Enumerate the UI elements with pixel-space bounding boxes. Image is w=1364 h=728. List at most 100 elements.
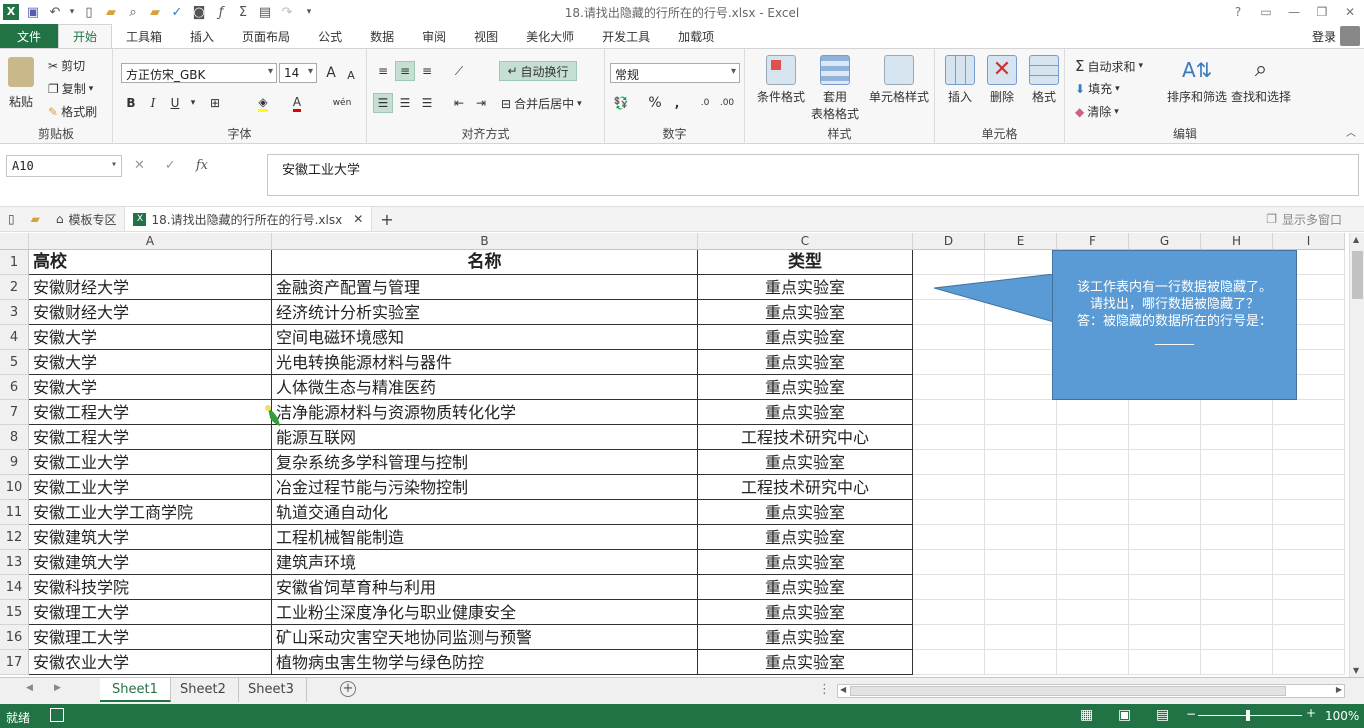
empty-cell[interactable] xyxy=(1129,425,1201,450)
empty-cell[interactable] xyxy=(1273,600,1345,625)
row-header[interactable]: 2 xyxy=(0,275,29,300)
cell-c-11[interactable]: 重点实验室 xyxy=(698,500,913,525)
cell-a-16[interactable]: 安徽理工大学 xyxy=(29,625,272,650)
cell-a-2[interactable]: 安徽财经大学 xyxy=(29,275,272,300)
tab-insert[interactable]: 插入 xyxy=(176,24,228,48)
empty-cell[interactable] xyxy=(1129,575,1201,600)
tab-page-layout[interactable]: 页面布局 xyxy=(228,24,304,48)
empty-cell[interactable] xyxy=(1057,550,1129,575)
tab-addins[interactable]: 加载项 xyxy=(664,24,728,48)
restore-button[interactable]: ❐ xyxy=(1308,0,1336,24)
column-header-c[interactable]: C xyxy=(698,233,913,250)
row-header[interactable]: 13 xyxy=(0,550,29,575)
font-color-button[interactable]: A xyxy=(287,93,307,113)
align-top-button[interactable]: ≡ xyxy=(373,61,393,81)
column-header-e[interactable]: E xyxy=(985,233,1057,250)
empty-cell[interactable] xyxy=(1129,600,1201,625)
tab-split-handle[interactable]: ⋮ xyxy=(818,682,831,697)
shrink-font-button[interactable]: A xyxy=(341,65,361,85)
underline-button[interactable]: U xyxy=(165,93,185,113)
cell-a-13[interactable]: 安徽建筑大学 xyxy=(29,550,272,575)
empty-cell[interactable] xyxy=(1273,525,1345,550)
insert-function-icon[interactable]: fx xyxy=(196,158,208,173)
formula-input[interactable]: 安徽工业大学 xyxy=(267,154,1359,196)
sheet-tab-2[interactable]: Sheet2 xyxy=(168,678,239,702)
empty-cell[interactable] xyxy=(913,550,985,575)
empty-cell[interactable] xyxy=(1129,500,1201,525)
tab-toolbox[interactable]: 工具箱 xyxy=(112,24,176,48)
empty-cell[interactable] xyxy=(1201,500,1273,525)
cell-c-8[interactable]: 工程技术研究中心 xyxy=(698,425,913,450)
cell-b-2[interactable]: 金融资产配置与管理 xyxy=(272,275,698,300)
insert-cells-button[interactable]: 插入 xyxy=(943,55,977,105)
cell-a-9[interactable]: 安徽工业大学 xyxy=(29,450,272,475)
undo-icon[interactable]: ↶ xyxy=(44,1,66,23)
empty-cell[interactable] xyxy=(985,400,1057,425)
macro-record-icon[interactable] xyxy=(50,708,64,722)
empty-cell[interactable] xyxy=(985,600,1057,625)
sort-filter-button[interactable]: A⇅ 排序和筛选 xyxy=(1165,55,1229,105)
redo-icon[interactable]: ↷ xyxy=(276,1,298,23)
empty-cell[interactable] xyxy=(1057,625,1129,650)
empty-cell[interactable] xyxy=(1273,650,1345,675)
column-header-f[interactable]: F xyxy=(1057,233,1129,250)
empty-cell[interactable] xyxy=(913,325,985,350)
align-right-button[interactable]: ☰ xyxy=(417,93,437,113)
empty-cell[interactable] xyxy=(1273,450,1345,475)
empty-cell[interactable] xyxy=(1201,525,1273,550)
select-all-corner[interactable] xyxy=(0,233,29,250)
function-icon[interactable]: ƒ xyxy=(210,1,232,23)
conditional-format-button[interactable]: 条件格式 xyxy=(751,55,811,105)
comma-button[interactable]: , xyxy=(667,93,687,113)
empty-cell[interactable] xyxy=(1129,550,1201,575)
row-header[interactable]: 5 xyxy=(0,350,29,375)
empty-cell[interactable] xyxy=(985,375,1057,400)
callout-shape[interactable]: 该工作表内有一行数据被隐藏了。 请找出，哪行数据被隐藏了？ 答：被隐藏的数据所在… xyxy=(1052,250,1297,400)
empty-cell[interactable] xyxy=(1201,450,1273,475)
row-header[interactable]: 11 xyxy=(0,500,29,525)
empty-cell[interactable] xyxy=(985,325,1057,350)
decrease-indent-button[interactable]: ⇤ xyxy=(449,93,469,113)
empty-cell[interactable] xyxy=(913,525,985,550)
empty-cell[interactable] xyxy=(985,575,1057,600)
cell-c-6[interactable]: 重点实验室 xyxy=(698,375,913,400)
cell-b-13[interactable]: 建筑声环境 xyxy=(272,550,698,575)
cell-a-7[interactable]: 安徽工程大学 xyxy=(29,400,272,425)
cell-a-15[interactable]: 安徽理工大学 xyxy=(29,600,272,625)
cell-b-8[interactable]: 能源互联网 xyxy=(272,425,698,450)
cell-a-12[interactable]: 安徽建筑大学 xyxy=(29,525,272,550)
grow-font-button[interactable]: A xyxy=(321,63,341,83)
horizontal-scroll-thumb[interactable] xyxy=(850,686,1286,696)
column-header-g[interactable]: G xyxy=(1129,233,1201,250)
prev-sheet-icon[interactable]: ◀ xyxy=(26,683,33,693)
new-doc-icon[interactable]: ▯ xyxy=(0,207,23,231)
cell-c-17[interactable]: 重点实验室 xyxy=(698,650,913,675)
cell-c-7[interactable]: 重点实验室 xyxy=(698,400,913,425)
paste-button[interactable]: 粘贴 xyxy=(8,57,34,110)
empty-cell[interactable] xyxy=(985,350,1057,375)
italic-button[interactable]: I xyxy=(143,93,163,113)
cell-b-7[interactable]: 洁净能源材料与资源物质转化化学 xyxy=(272,400,698,425)
empty-cell[interactable] xyxy=(1273,550,1345,575)
font-size-select[interactable]: 14 xyxy=(279,63,317,83)
add-tab-icon[interactable]: + xyxy=(372,207,401,231)
cell-c-14[interactable]: 重点实验室 xyxy=(698,575,913,600)
row-header[interactable]: 12 xyxy=(0,525,29,550)
empty-cell[interactable] xyxy=(1057,500,1129,525)
ribbon-display-button[interactable]: ▭ xyxy=(1252,0,1280,24)
cell-b-1[interactable]: 名称 xyxy=(272,250,698,275)
row-header[interactable]: 15 xyxy=(0,600,29,625)
cell-a-4[interactable]: 安徽大学 xyxy=(29,325,272,350)
cell-b-4[interactable]: 空间电磁环境感知 xyxy=(272,325,698,350)
wrap-text-button[interactable]: ↵ 自动换行 xyxy=(499,61,577,81)
empty-cell[interactable] xyxy=(1201,550,1273,575)
tab-review[interactable]: 审阅 xyxy=(408,24,460,48)
cell-b-9[interactable]: 复杂系统多学科管理与控制 xyxy=(272,450,698,475)
cell-a-5[interactable]: 安徽大学 xyxy=(29,350,272,375)
collapse-ribbon-icon[interactable]: ︿ xyxy=(1346,124,1356,139)
align-left-button[interactable]: ☰ xyxy=(373,93,393,113)
form-icon[interactable]: ▤ xyxy=(254,1,276,23)
row-header[interactable]: 9 xyxy=(0,450,29,475)
minimize-button[interactable]: — xyxy=(1280,0,1308,24)
cell-b-12[interactable]: 工程机械智能制造 xyxy=(272,525,698,550)
